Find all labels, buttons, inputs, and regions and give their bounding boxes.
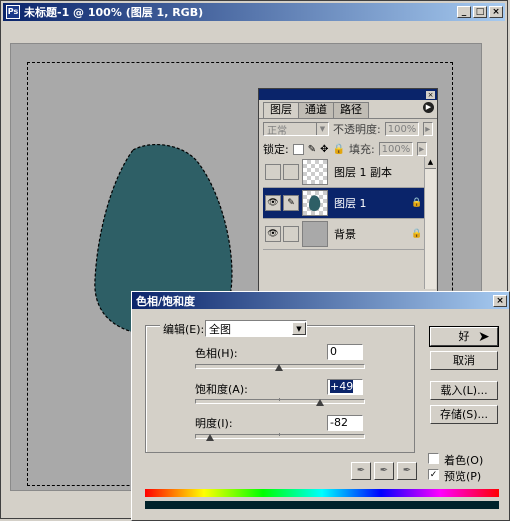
saturation-value: +49 [330, 380, 354, 393]
fill-value: 100% [381, 143, 411, 155]
lightness-label: 明度(I): [195, 417, 233, 430]
hue-value: 0 [330, 345, 337, 358]
minimize-button[interactable]: _ [457, 6, 471, 18]
layer-row-layer1[interactable]: 👁 ✎ 图层 1 🔒 [263, 188, 425, 219]
eye-icon[interactable]: 👁 [265, 226, 281, 242]
lock-all-icon[interactable]: 🔒 [333, 144, 345, 155]
tab-channels[interactable]: 通道 [298, 102, 334, 118]
opacity-value: 100% [387, 123, 417, 135]
palette-tabs: 图层 通道 路径 [259, 102, 437, 119]
chevron-down-icon: ▼ [292, 322, 306, 335]
maximize-button[interactable]: □ [473, 6, 487, 18]
brush-icon[interactable]: ✎ [283, 195, 299, 211]
lock-move-icon[interactable]: ✥ [320, 144, 328, 155]
eyedropper-icon[interactable]: ✒ [351, 462, 371, 480]
dialog-titlebar[interactable]: 色相/饱和度 × [132, 292, 509, 309]
lock-row: 锁定: ✎ ✥ 🔒 填充: 100% ▸ [259, 139, 437, 159]
preview-checkbox[interactable]: ✓ [428, 469, 439, 480]
colorize-label: 着色(O) [444, 454, 484, 467]
layers-scrollbar[interactable]: ▲ [424, 157, 436, 289]
close-button[interactable]: × [489, 6, 503, 18]
blend-mode-value: 正常 [267, 125, 287, 137]
tab-paths[interactable]: 路径 [333, 102, 369, 118]
layer-name: 背景 [334, 228, 356, 241]
edit-select[interactable]: 全图 ▼ [205, 320, 307, 337]
mouse-pointer-icon: ➤ [478, 329, 490, 345]
layer-list: 图层 1 副本 👁 ✎ 图层 1 🔒 👁 背景 🔒 [263, 157, 425, 250]
layer-row-copy[interactable]: 图层 1 副本 [263, 157, 425, 188]
layer-thumbnail [302, 159, 328, 185]
palette-close-button[interactable]: × [426, 90, 435, 99]
lock-transparency-icon[interactable] [292, 143, 304, 155]
lightness-slider-track[interactable] [195, 434, 365, 439]
lightness-value: -82 [330, 416, 348, 429]
colorize-checkbox[interactable] [428, 453, 439, 464]
lightness-center-tick [279, 433, 280, 436]
photoshop-icon: Ps [6, 5, 20, 19]
hue-saturation-dialog: 色相/饱和度 × 编辑(E): 全图 ▼ 色相(H): 0 饱和度(A): +4… [131, 291, 510, 521]
link-toggle[interactable] [283, 164, 299, 180]
saturation-slider-thumb[interactable] [316, 399, 325, 406]
hue-slider-thumb[interactable] [275, 364, 283, 371]
layer-thumbnail [302, 221, 328, 247]
link-toggle[interactable] [283, 226, 299, 242]
preview-label: 预览(P) [444, 470, 482, 483]
save-button[interactable]: 存储(S)... [430, 405, 498, 424]
input-color-bar [145, 489, 499, 497]
eye-icon[interactable]: 👁 [265, 195, 281, 211]
eyedropper-minus-icon[interactable]: ✒ [397, 462, 417, 480]
opacity-arrow-button[interactable]: ▸ [422, 122, 433, 136]
edit-value: 全图 [209, 322, 231, 336]
lock-icon: 🔒 [411, 198, 423, 208]
saturation-slider-track[interactable] [195, 399, 365, 404]
fill-label: 填充: [348, 143, 375, 156]
saturation-input[interactable]: +49 [327, 379, 363, 395]
visibility-toggle[interactable] [265, 164, 281, 180]
lock-label: 锁定: [263, 143, 289, 156]
lightness-slider-thumb[interactable] [206, 434, 215, 441]
layer-name: 图层 1 [334, 197, 367, 210]
cancel-button[interactable]: 取消 [430, 351, 498, 370]
lightness-input[interactable]: -82 [327, 415, 363, 431]
saturation-label: 饱和度(A): [195, 383, 248, 396]
palette-menu-icon[interactable]: ▶ [423, 102, 434, 113]
load-button[interactable]: 载入(L)... [430, 381, 498, 400]
document-title: 未标题-1 @ 100% (图层 1, RGB) [24, 6, 204, 19]
fill-input[interactable]: 100% [378, 142, 413, 156]
edit-label: 编辑(E): [160, 321, 208, 337]
chevron-down-icon: ▼ [316, 123, 328, 135]
fill-arrow-button[interactable]: ▸ [416, 142, 427, 156]
scroll-up-icon[interactable]: ▲ [425, 157, 436, 169]
hue-label: 色相(H): [195, 347, 238, 360]
opacity-input[interactable]: 100% [384, 122, 419, 136]
layers-palette: × 图层 通道 路径 ▶ 正常 ▼ 不透明度: 100% ▸ 锁定: ✎ ✥ 🔒… [258, 88, 438, 296]
palette-titlebar[interactable]: × [259, 89, 437, 100]
eyedropper-plus-icon[interactable]: ✒ [374, 462, 394, 480]
saturation-center-tick [279, 398, 280, 401]
dialog-close-button[interactable]: × [493, 294, 507, 307]
layer-name: 图层 1 副本 [334, 166, 392, 179]
opacity-label: 不透明度: [333, 123, 381, 136]
blend-mode-select[interactable]: 正常 ▼ [263, 122, 329, 137]
lock-icon: 🔒 [411, 229, 423, 239]
hue-input[interactable]: 0 [327, 344, 363, 360]
layer-row-background[interactable]: 👁 背景 🔒 [263, 219, 425, 250]
output-color-bar [145, 501, 499, 509]
blend-row: 正常 ▼ 不透明度: 100% ▸ [259, 119, 437, 139]
lock-paint-icon[interactable]: ✎ [308, 144, 316, 155]
tab-layers[interactable]: 图层 [263, 102, 299, 118]
document-titlebar[interactable]: Ps 未标题-1 @ 100% (图层 1, RGB) _ □ × [3, 3, 505, 21]
dialog-title: 色相/饱和度 [136, 294, 196, 308]
layer-thumbnail [302, 190, 328, 216]
